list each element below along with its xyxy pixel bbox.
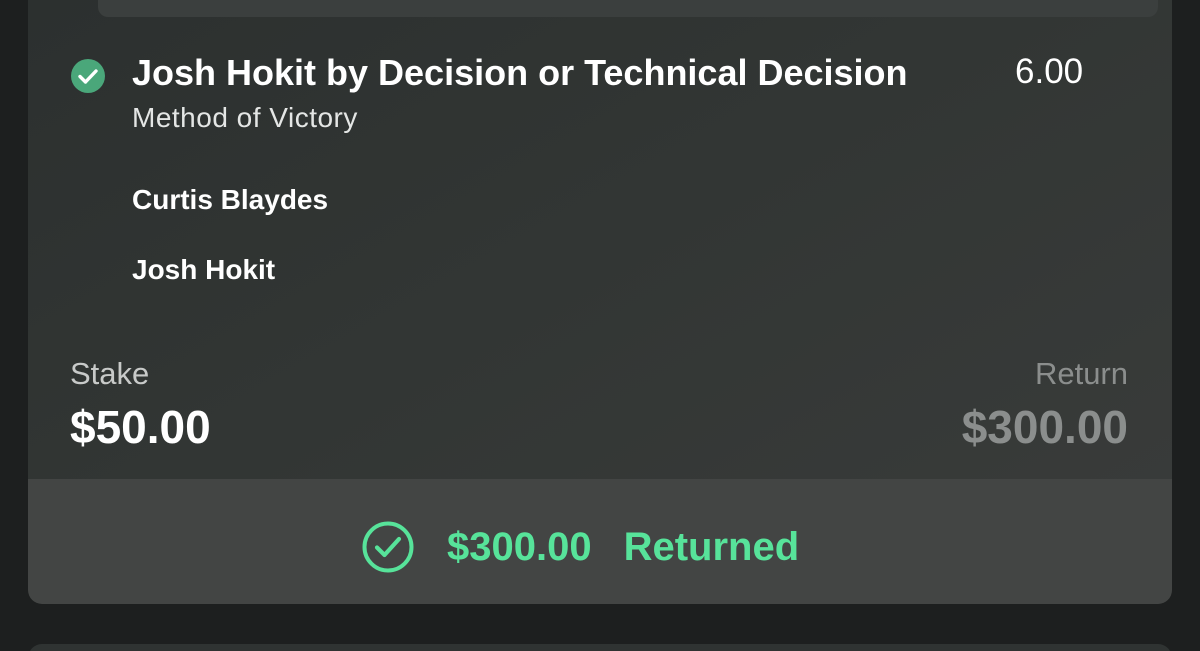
previous-card-edge: [98, 0, 1158, 17]
odds-value: 6.00: [1015, 52, 1084, 91]
stake-label: Stake: [70, 356, 150, 391]
return-value: $300.00: [961, 401, 1128, 453]
check-circle-icon: [71, 59, 105, 93]
market-name: Method of Victory: [132, 102, 358, 133]
check-circle-outline-icon: [362, 521, 414, 573]
selection-title: Josh Hokit by Decision or Technical Deci…: [132, 52, 908, 93]
stake-value: $50.00: [70, 401, 211, 453]
next-card-edge: [28, 644, 1172, 651]
result-banner: $300.00 Returned: [28, 479, 1172, 604]
result-content: $300.00 Returned: [361, 519, 799, 575]
returned-status: Returned: [623, 524, 800, 569]
return-label: Return: [1034, 356, 1128, 391]
fighter-name: Josh Hokit: [132, 254, 276, 285]
bet-slip-page: Josh Hokit by Decision or Technical Deci…: [0, 0, 1200, 651]
returned-amount: $300.00: [447, 524, 592, 569]
fighter-name: Curtis Blaydes: [132, 184, 329, 215]
settled-bet-card: Josh Hokit by Decision or Technical Deci…: [28, 0, 1172, 604]
